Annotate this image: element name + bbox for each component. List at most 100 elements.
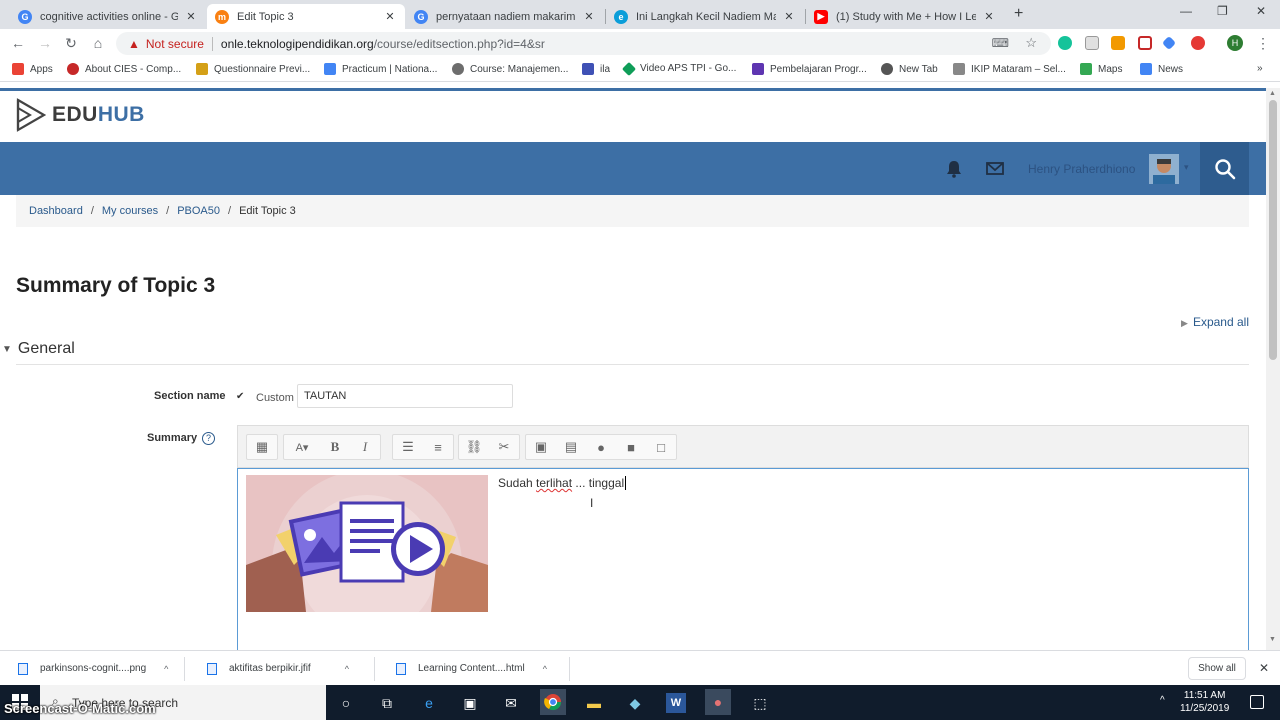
minimize-button[interactable]: — (1180, 4, 1192, 18)
bookmark-item[interactable]: Maps (1080, 63, 1122, 75)
bookmark-star-icon[interactable]: ☆ (1025, 35, 1037, 51)
menu-kebab-icon[interactable]: ⋮ (1254, 35, 1272, 52)
survey-icon (196, 63, 208, 75)
forward-arrow-icon[interactable]: → (36, 35, 54, 51)
download-item[interactable]: parkinsons-cognit....png ^ (18, 651, 168, 686)
action-center-icon[interactable] (1250, 695, 1264, 709)
task-view-icon[interactable]: ⧉ (377, 693, 397, 713)
messages-envelope-icon[interactable] (986, 162, 1004, 175)
chevron-up-icon[interactable]: ^ (164, 664, 168, 674)
browser-tab[interactable]: G pernyataan nadiem makarim ten ✕ (406, 4, 604, 29)
home-icon[interactable]: ⌂ (89, 35, 107, 51)
record-audio-icon[interactable]: ● (586, 435, 616, 459)
extension-grid-icon[interactable] (1111, 36, 1125, 50)
new-tab-button[interactable]: + (1014, 5, 1023, 23)
cortana-icon[interactable]: ○ (336, 693, 356, 713)
close-tab-icon[interactable]: ✕ (782, 10, 796, 23)
unordered-list-icon[interactable]: ☰ (393, 435, 423, 459)
chevron-up-icon[interactable]: ^ (345, 664, 349, 674)
manage-files-icon[interactable]: □ (646, 435, 676, 459)
profile-avatar-icon[interactable]: H (1227, 35, 1243, 51)
show-all-downloads-button[interactable]: Show all (1188, 657, 1246, 680)
custom-checkbox[interactable]: ✔ (236, 392, 246, 402)
help-question-icon[interactable]: ? (202, 432, 215, 445)
browser-tab-active[interactable]: m Edit Topic 3 ✕ (207, 4, 405, 29)
bookmark-item[interactable]: About CIES - Comp... (67, 63, 181, 75)
download-item[interactable]: aktifitas berpikir.jfif ^ (207, 651, 349, 686)
ordered-list-icon[interactable]: ≡ (423, 435, 453, 459)
bookmark-item[interactable]: Questionnaire Previ... (196, 63, 310, 75)
file-explorer-icon[interactable]: ▬ (584, 693, 604, 713)
word-app-icon[interactable]: W (666, 693, 686, 713)
insert-media-icon[interactable]: ▤ (556, 435, 586, 459)
address-bar[interactable]: ▲ Not secure onle.teknologipendidikan.or… (116, 32, 1051, 55)
taskbar-clock[interactable]: 11:51 AM 11/25/2019 (1180, 689, 1229, 715)
edge-browser-icon[interactable]: e (419, 693, 439, 713)
browser-tab[interactable]: e Ini Langkah Kecil Nadiem Makari ✕ (606, 4, 804, 29)
paragraph-styles-icon[interactable]: A▾ (284, 435, 320, 459)
record-video-icon[interactable]: ■ (616, 435, 646, 459)
general-section-header[interactable]: ▼ General (2, 340, 75, 358)
not-secure-label[interactable]: Not secure (146, 37, 204, 51)
grammarly-icon[interactable] (1058, 36, 1072, 50)
breadcrumb-course[interactable]: PBOA50 (177, 205, 220, 217)
bookmark-apps[interactable]: Apps (12, 63, 53, 75)
embedded-media-illustration[interactable] (246, 475, 488, 612)
notifications-bell-icon[interactable] (946, 160, 962, 178)
scrollbar-thumb[interactable] (1269, 100, 1277, 360)
extension-doc-icon[interactable] (1085, 36, 1099, 50)
bookmark-item[interactable]: ila (582, 63, 610, 75)
italic-icon[interactable]: I (350, 435, 380, 459)
insert-image-icon[interactable]: ▣ (526, 435, 556, 459)
bookmark-item[interactable]: Pembelajaran Progr... (752, 63, 867, 75)
maximize-button[interactable]: ❐ (1217, 4, 1228, 18)
bookmark-item[interactable]: News (1140, 63, 1183, 75)
expand-all-link[interactable]: ▶ Expand all (1181, 315, 1249, 329)
more-bookmarks-icon[interactable]: » (1257, 63, 1263, 74)
store-icon[interactable]: ▣ (460, 693, 480, 713)
site-logo[interactable]: EDUHUB (16, 98, 145, 132)
chevron-up-icon[interactable]: ^ (543, 664, 547, 674)
link-icon[interactable]: ⛓ (459, 435, 489, 459)
adblock-icon[interactable] (1191, 36, 1205, 50)
section-name-input[interactable] (297, 384, 513, 408)
close-tab-icon[interactable]: ✕ (383, 10, 397, 23)
close-tab-icon[interactable]: ✕ (982, 10, 996, 23)
close-tab-icon[interactable]: ✕ (582, 10, 596, 23)
download-item[interactable]: Learning Content....html ^ (396, 651, 547, 686)
browser-tab[interactable]: ▶ (1) Study with Me + How I Learn ✕ (806, 4, 1004, 29)
close-tab-icon[interactable]: ✕ (184, 10, 198, 23)
screencast-app-icon[interactable]: ● (705, 689, 731, 715)
scroll-up-icon[interactable]: ▲ (1269, 90, 1276, 97)
scroll-down-icon[interactable]: ▼ (1269, 636, 1276, 643)
extension-diamond-icon[interactable] (1161, 35, 1177, 51)
app-icon[interactable]: ◆ (625, 693, 645, 713)
show-more-buttons-icon[interactable]: ▦ (247, 435, 277, 459)
bookmark-item[interactable]: Course: Manajemen... (452, 63, 568, 75)
browser-tab[interactable]: G cognitive activities online - Goog ✕ (10, 4, 206, 29)
extension-capture-icon[interactable] (1138, 36, 1152, 50)
breadcrumb-dashboard[interactable]: Dashboard (29, 205, 83, 217)
bookmark-item[interactable]: New Tab (881, 63, 938, 75)
bold-icon[interactable]: B (320, 435, 350, 459)
page-scrollbar[interactable]: ▲ ▼ (1266, 88, 1280, 650)
chrome-app-icon[interactable] (540, 689, 566, 715)
close-downloads-icon[interactable]: ✕ (1259, 661, 1269, 675)
unlink-icon[interactable]: ✂ (489, 435, 519, 459)
bookmark-item[interactable]: IKIP Mataram – Sel... (953, 63, 1066, 75)
user-menu-name[interactable]: Henry Praherdhiono (1028, 162, 1135, 176)
mail-app-icon[interactable]: ✉ (501, 693, 521, 713)
bookmark-item[interactable]: Practicum | Nationa... (324, 63, 437, 75)
user-menu-caret-icon[interactable]: ▾ (1184, 162, 1189, 173)
snipping-tool-icon[interactable]: ⬚ (750, 693, 770, 713)
summary-editor[interactable]: Sudah terlihat ... tinggal (237, 468, 1249, 650)
translate-icon[interactable]: ⌨ (992, 36, 1009, 50)
site-search-button[interactable] (1200, 142, 1249, 195)
avatar[interactable] (1149, 154, 1179, 184)
tray-chevron-icon[interactable]: ^ (1160, 695, 1165, 706)
reload-icon[interactable]: ↻ (62, 35, 80, 52)
window-close-button[interactable]: ✕ (1256, 4, 1266, 18)
breadcrumb-my-courses[interactable]: My courses (102, 205, 158, 217)
back-arrow-icon[interactable]: ← (9, 35, 27, 51)
bookmark-item[interactable]: Video APS TPI - Go... (621, 61, 736, 76)
